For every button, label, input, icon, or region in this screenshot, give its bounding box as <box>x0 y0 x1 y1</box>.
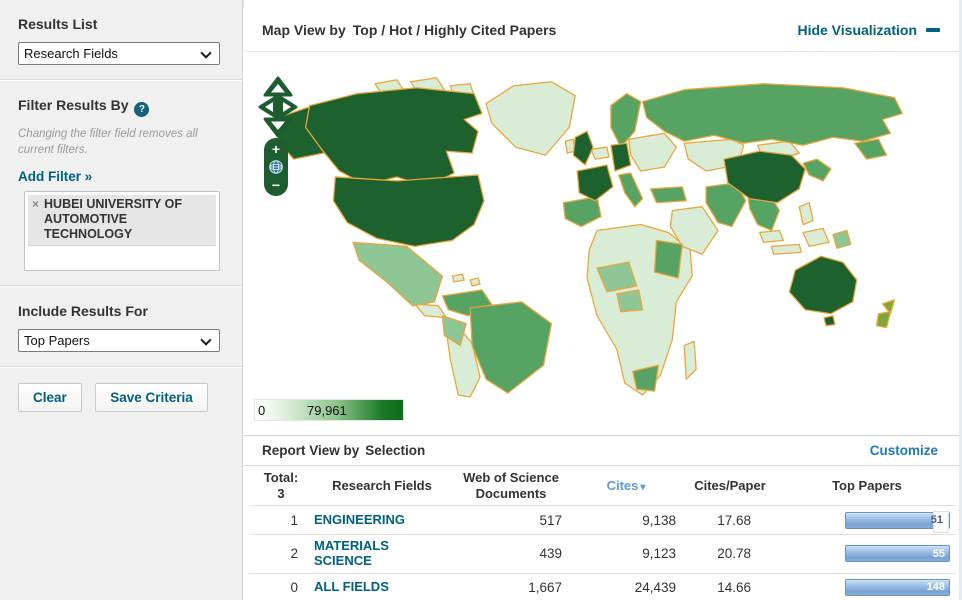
col-research-fields: Research Fields <box>332 477 432 493</box>
col-cites-sort[interactable]: Cites ▾ <box>570 478 682 494</box>
results-table: Total: 3 Research Fields Web of Science … <box>244 466 962 600</box>
hide-visualization-link[interactable]: Hide Visualization <box>797 22 940 38</box>
filter-chip: × HUBEI UNIVERSITY OF AUTOMOTIVE TECHNOL… <box>28 195 216 247</box>
results-list-section: Results List Research Fields <box>0 0 242 79</box>
filter-heading: Filter Results By? <box>18 97 224 117</box>
map-pan-control[interactable] <box>258 76 298 138</box>
map-view-header: Map View by Top / Hot / Highly Cited Pap… <box>244 8 962 52</box>
total-header: Total: 3 <box>263 469 299 501</box>
sidebar-buttons-section: Clear Save Criteria <box>0 368 242 426</box>
filter-section: Filter Results By? Changing the filter f… <box>0 81 242 285</box>
row-rank: 2 <box>290 546 298 562</box>
col-top-papers: Top Papers <box>832 477 902 493</box>
top-papers-value: 55 <box>932 547 945 560</box>
help-icon[interactable]: ? <box>134 102 150 117</box>
include-results-heading: Include Results For <box>18 303 148 320</box>
sort-desc-icon: ▾ <box>640 481 646 493</box>
top-papers-bar: 51 <box>845 510 950 533</box>
report-view-by-value: Selection <box>365 443 426 458</box>
results-list-select[interactable]: Research Fields <box>19 43 219 64</box>
legend-max-value: 79,961 <box>307 403 347 418</box>
results-list-heading: Results List <box>18 16 98 32</box>
top-papers-bar: 148 <box>845 578 950 596</box>
zoom-in-button[interactable]: + <box>272 142 280 156</box>
customize-link[interactable]: Customize <box>870 443 938 458</box>
row-cites: 24,439 <box>634 579 676 595</box>
legend-min-value: 0 <box>258 403 266 418</box>
table-row: 2 MATERIALS SCIENCE 439 9,123 20.78 55 <box>250 534 956 573</box>
main-content: Map View by Top / Hot / Highly Cited Pap… <box>244 0 962 600</box>
col-wos-documents: Web of Science Documents <box>463 469 559 501</box>
map-area: + − 0 79,961 <box>244 52 962 435</box>
top-papers-bar-cell: 51 <box>778 510 956 533</box>
save-criteria-button[interactable]: Save Criteria <box>95 383 208 413</box>
filter-list-box: × HUBEI UNIVERSITY OF AUTOMOTIVE TECHNOL… <box>24 191 220 272</box>
include-results-select-wrap: Top Papers <box>18 329 220 353</box>
top-papers-bar: 55 <box>845 545 950 563</box>
row-docs: 1,667 <box>528 579 562 595</box>
row-cites-per-paper: 17.68 <box>717 512 751 528</box>
top-papers-bar-cell: 148 <box>778 578 956 596</box>
remove-filter-icon[interactable]: × <box>32 197 39 241</box>
row-docs: 439 <box>539 546 562 562</box>
field-link[interactable]: MATERIALS SCIENCE <box>312 535 424 573</box>
row-cites: 9,138 <box>642 512 676 528</box>
include-results-section: Include Results For Top Papers <box>0 287 242 366</box>
world-choropleth-map[interactable] <box>248 56 954 398</box>
table-row: 0 ALL FIELDS 1,667 24,439 14.66 148 <box>250 572 956 600</box>
col-cites-per-paper: Cites/Paper <box>694 477 766 493</box>
filter-chip-label: HUBEI UNIVERSITY OF AUTOMOTIVE TECHNOLOG… <box>44 197 182 241</box>
report-view-header: Report View by Selection Customize <box>244 435 962 466</box>
field-link[interactable]: ALL FIELDS <box>312 576 452 599</box>
zoom-out-button[interactable]: − <box>272 178 280 192</box>
field-link[interactable]: ENGINEERING <box>312 509 452 532</box>
map-view-title: Map View by Top / Hot / Highly Cited Pap… <box>262 22 556 38</box>
esi-page: Results List Research Fields Filter Resu… <box>0 0 962 600</box>
report-view-title: Report View by Selection <box>262 443 425 458</box>
map-view-by-label: Map View by <box>262 21 346 38</box>
table-header-row: Total: 3 Research Fields Web of Science … <box>250 466 956 505</box>
row-rank: 1 <box>290 512 298 528</box>
minus-icon <box>926 27 940 32</box>
clear-button[interactable]: Clear <box>18 383 82 413</box>
sidebar: Results List Research Fields Filter Resu… <box>0 0 243 600</box>
row-cites: 9,123 <box>642 546 676 562</box>
top-papers-value: 51 <box>930 514 943 526</box>
row-cites-per-paper: 20.78 <box>717 546 751 562</box>
row-cites-per-paper: 14.66 <box>717 579 751 595</box>
row-docs: 517 <box>539 512 562 528</box>
results-list-select-wrap: Research Fields <box>18 42 220 65</box>
map-legend-gradient: 0 79,961 <box>254 399 404 421</box>
table-row: 1 ENGINEERING 517 9,138 17.68 51 <box>250 505 956 534</box>
add-filter-link[interactable]: Add Filter » <box>18 169 92 184</box>
top-papers-value: 148 <box>926 581 945 594</box>
report-view-by-label: Report View by <box>262 443 360 458</box>
include-results-select[interactable]: Top Papers <box>19 330 219 352</box>
map-zoom-control: + − <box>264 138 288 196</box>
row-rank: 0 <box>290 579 298 595</box>
top-papers-bar-cell: 55 <box>778 545 956 563</box>
map-view-by-value: Top / Hot / Highly Cited Papers <box>352 21 557 38</box>
filter-note: Changing the filter field removes all cu… <box>18 128 198 156</box>
globe-reset-icon[interactable] <box>268 159 284 175</box>
